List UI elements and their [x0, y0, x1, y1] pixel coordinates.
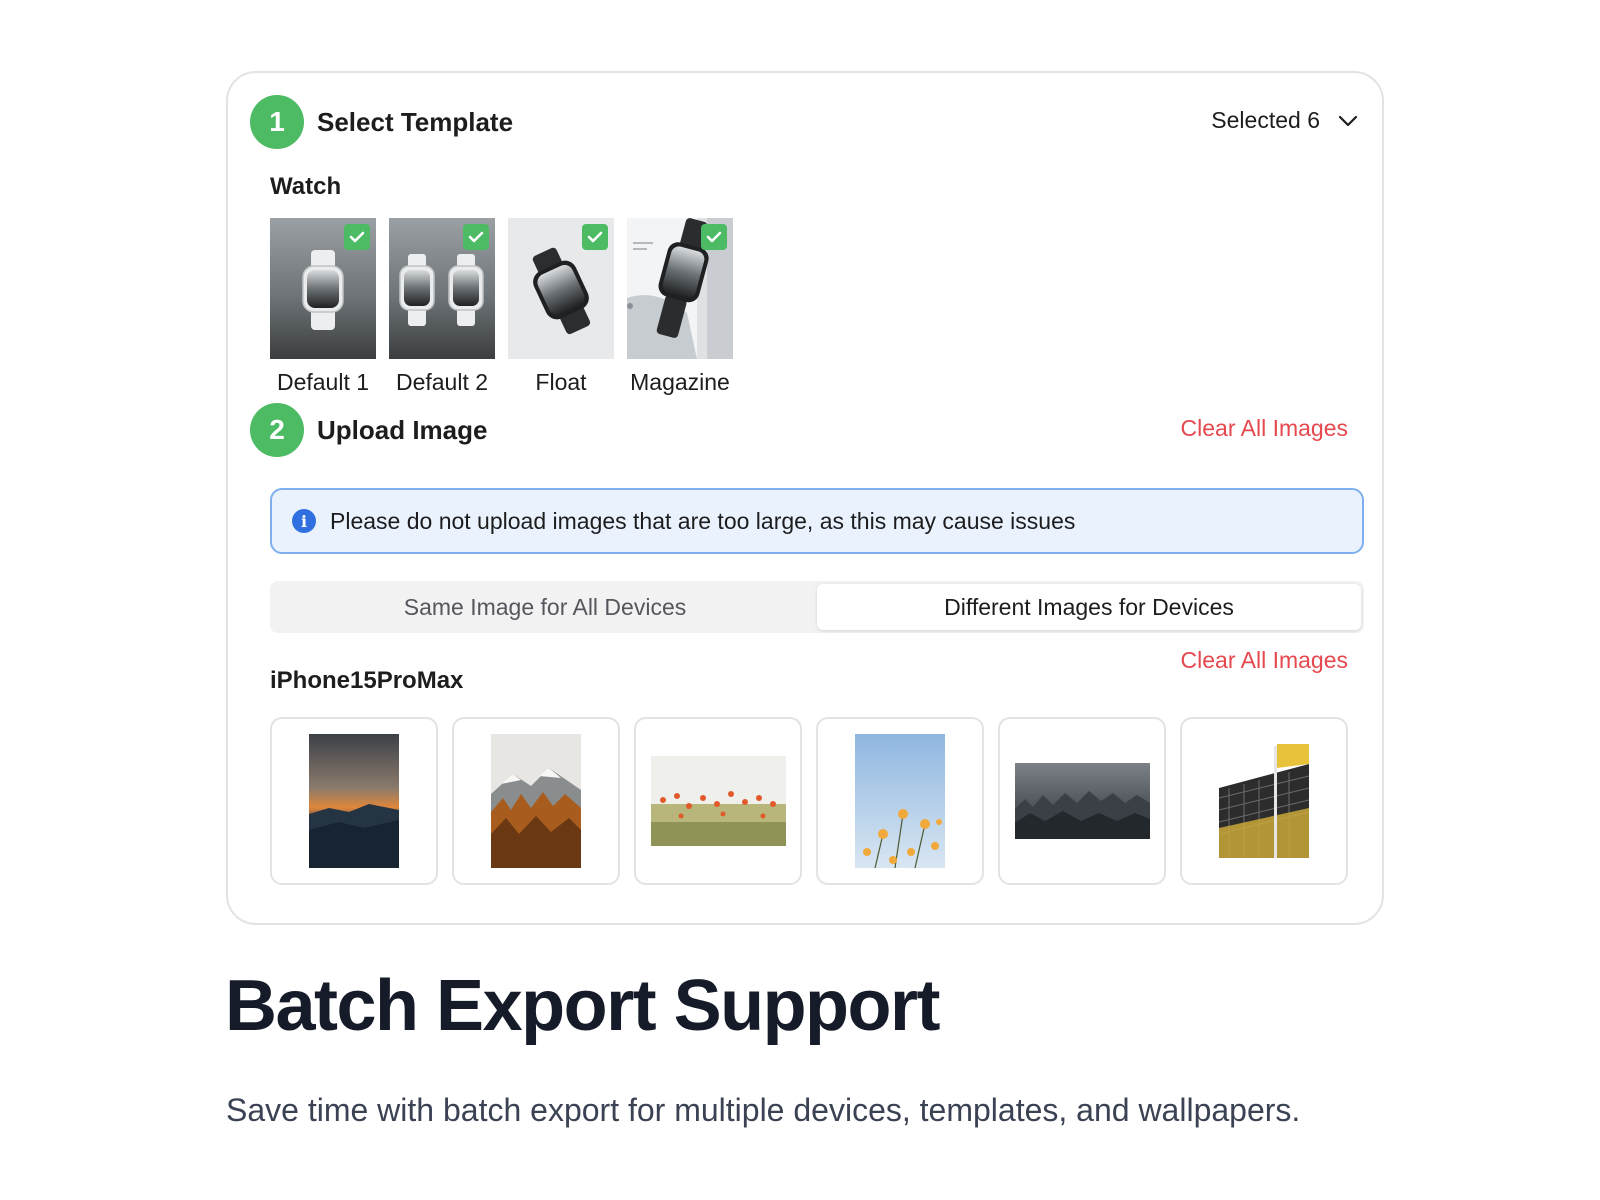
- misty-forest-image: [1014, 763, 1150, 839]
- page-headline: Batch Export Support: [225, 966, 941, 1046]
- template-thumbnail: [270, 218, 376, 359]
- template-thumbnail: [508, 218, 614, 359]
- selected-count-label: Selected 6: [1211, 107, 1320, 133]
- selected-count-dropdown[interactable]: Selected 6: [1211, 107, 1358, 134]
- clear-all-images-link[interactable]: Clear All Images: [1181, 415, 1348, 442]
- check-icon[interactable]: [463, 224, 489, 250]
- check-icon[interactable]: [701, 224, 727, 250]
- template-label: Float: [535, 369, 587, 395]
- template-thumbnail: [389, 218, 495, 359]
- template-float[interactable]: Float: [508, 218, 614, 396]
- poppy-field-image: [650, 756, 786, 846]
- yellow-flowers-image: [855, 734, 945, 868]
- uploaded-image-tile[interactable]: [452, 717, 620, 885]
- page-subheadline: Save time with batch export for multiple…: [226, 1092, 1301, 1128]
- template-label: Default 1: [276, 369, 370, 395]
- segment-different-images[interactable]: Different Images for Devices: [817, 584, 1361, 630]
- batch-export-card: 1 Select Template Selected 6 Watch Defau…: [226, 71, 1384, 925]
- uploaded-image-tile[interactable]: [1180, 717, 1348, 885]
- step-2-badge: 2: [250, 403, 304, 457]
- uploaded-image-tile[interactable]: [998, 717, 1166, 885]
- template-thumbnail: [627, 218, 733, 359]
- uploaded-image-tile[interactable]: [270, 717, 438, 885]
- step-2-header: 2 Upload Image: [250, 403, 487, 457]
- step-2-title: Upload Image: [317, 414, 488, 445]
- check-icon[interactable]: [582, 224, 608, 250]
- uploaded-image-list: [270, 717, 1348, 885]
- gold-building-image: [1219, 744, 1309, 858]
- image-mode-segmented-control: Same Image for All Devices Different Ima…: [270, 581, 1364, 633]
- step-1-badge: 1: [250, 95, 304, 149]
- template-group-label: Watch: [270, 173, 342, 200]
- sunset-mountains-image: [309, 734, 399, 868]
- info-banner: i Please do not upload images that are t…: [270, 488, 1364, 554]
- autumn-forest-image: [491, 734, 581, 868]
- info-message: Please do not upload images that are too…: [330, 507, 1076, 534]
- step-1-header: 1 Select Template: [250, 95, 513, 149]
- info-icon: i: [292, 509, 316, 533]
- uploaded-image-tile[interactable]: [634, 717, 802, 885]
- device-name-label: iPhone15ProMax: [270, 667, 464, 694]
- template-default-1[interactable]: Default 1: [270, 218, 376, 396]
- chevron-down-icon: [1338, 115, 1358, 126]
- template-magazine[interactable]: Magazine: [627, 218, 733, 396]
- template-label: Magazine: [630, 369, 730, 395]
- check-icon[interactable]: [344, 224, 370, 250]
- segment-same-image[interactable]: Same Image for All Devices: [273, 584, 817, 630]
- template-label: Default 2: [395, 369, 489, 395]
- uploaded-image-tile[interactable]: [816, 717, 984, 885]
- device-clear-all-images-link[interactable]: Clear All Images: [1181, 647, 1348, 674]
- template-default-2[interactable]: Default 2: [389, 218, 495, 396]
- template-list: Default 1 Default 2 Float Magazine: [270, 218, 733, 396]
- step-1-title: Select Template: [317, 106, 514, 137]
